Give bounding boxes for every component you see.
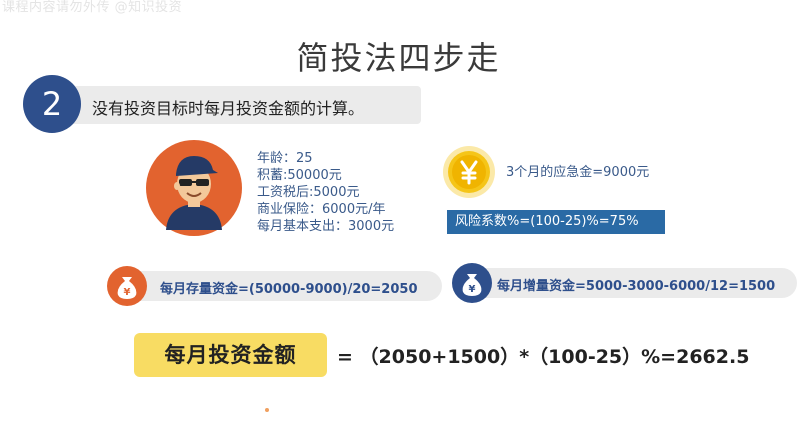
profile-age: 年龄：25 — [257, 151, 313, 166]
stock-fund-text: 每月存量资金=(50000-9000)/20=2050 — [160, 282, 418, 297]
person-avatar-icon — [146, 140, 242, 236]
yen-coin-icon — [443, 146, 495, 198]
emergency-fund-text: 3个月的应急金=9000元 — [506, 165, 650, 180]
decorative-dot — [265, 408, 269, 412]
page-title: 简投法四步走 — [296, 39, 501, 77]
increment-fund-text: 每月增量资金=5000-3000-6000/12=1500 — [497, 279, 776, 294]
watermark: 课程内容请勿外传 @知识投资 — [2, 0, 183, 15]
result-formula: = （2050+1500）*（100-25）%=2662.5 — [337, 346, 750, 368]
profile-salary: 工资税后:5000元 — [257, 185, 360, 200]
profile-expense: 每月基本支出：3000元 — [257, 219, 395, 234]
step-number-badge: 2 — [23, 75, 81, 133]
money-bag-icon: ¥ — [107, 266, 147, 306]
profile-insurance: 商业保险：6000元/年 — [257, 202, 386, 217]
risk-coefficient-banner: 风险系数%=(100-25)%=75% — [447, 210, 665, 234]
svg-text:¥: ¥ — [469, 284, 476, 295]
result-label: 每月投资金额 — [134, 333, 327, 377]
profile-savings: 积蓄:50000元 — [257, 168, 342, 183]
step-description: 没有投资目标时每月投资金额的计算。 — [92, 99, 365, 118]
profile-info: 年龄：25 积蓄:50000元 工资税后:5000元 商业保险：6000元/年 … — [257, 150, 394, 235]
money-bag-icon: ¥ — [452, 263, 492, 303]
svg-text:¥: ¥ — [124, 287, 131, 298]
